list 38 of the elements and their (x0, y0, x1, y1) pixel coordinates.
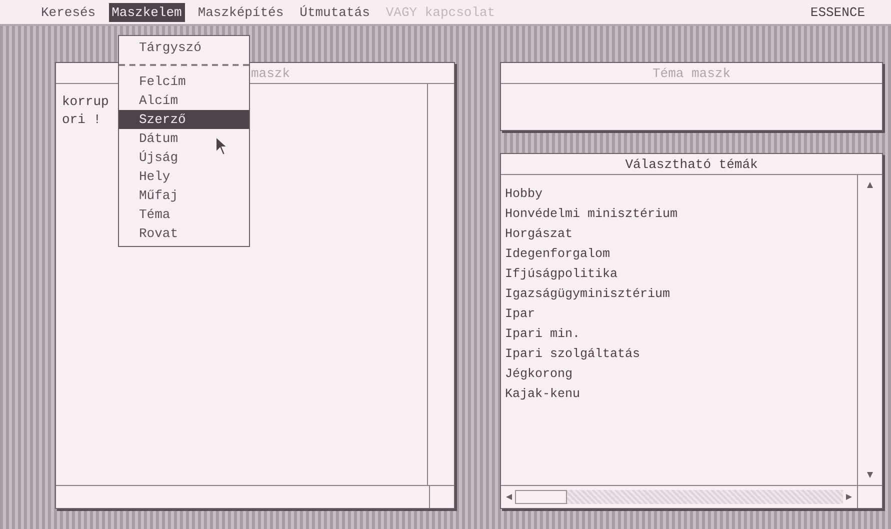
topic-item[interactable]: Ipari min. (505, 327, 853, 341)
menu-option[interactable]: Alcím (119, 91, 249, 110)
scroll-right-arrow-icon[interactable] (845, 493, 853, 501)
menu-option[interactable]: Újság (119, 148, 249, 167)
topic-item[interactable]: Ifjúságpolitika (505, 267, 853, 281)
menu-item[interactable]: Útmutatás (296, 2, 373, 22)
topic-item[interactable]: Igazságügyminisztérium (505, 287, 853, 301)
scrollbar-thumb[interactable] (515, 490, 567, 504)
menu-option[interactable]: Dátum (119, 129, 249, 148)
app-name: ESSENCE (810, 4, 865, 20)
menu-option[interactable]: Felcím (119, 72, 249, 91)
scroll-down-arrow-icon[interactable] (866, 471, 874, 479)
topic-item[interactable]: Horgászat (505, 227, 853, 241)
menu-option[interactable]: Hely (119, 167, 249, 186)
panel-title: Választható témák (625, 156, 758, 172)
mask-text-line: korrup (62, 94, 109, 109)
menu-item[interactable]: Keresés (38, 2, 99, 22)
topic-item[interactable]: Idegenforgalom (505, 247, 853, 261)
panel-title: Téma maszk (652, 66, 730, 80)
menu-item[interactable]: Maszképítés (194, 2, 287, 22)
topic-item[interactable]: Jégkorong (505, 367, 853, 381)
mask-text-line: ori ! (62, 112, 102, 127)
topic-item[interactable]: Honvédelmi minisztérium (505, 207, 853, 221)
topic-item[interactable]: Ipar (505, 307, 853, 321)
topic-item[interactable]: Ipari szolgáltatás (505, 347, 853, 361)
menu-option[interactable]: Műfaj (119, 186, 249, 205)
menu-option[interactable]: Szerző (119, 110, 249, 129)
menu-option[interactable]: Tárgyszó (119, 38, 249, 57)
mouse-cursor-icon (215, 136, 229, 156)
horizontal-scrollbar[interactable] (515, 490, 843, 504)
menu-option[interactable]: Rovat (119, 224, 249, 243)
topic-item[interactable]: Hobby (505, 187, 853, 201)
scroll-up-arrow-icon[interactable] (866, 181, 874, 189)
topic-item[interactable]: Kajak-kenu (505, 387, 853, 401)
scroll-left-arrow-icon[interactable] (505, 493, 513, 501)
menu-option[interactable]: Téma (119, 205, 249, 224)
panel-title: maszk (251, 66, 290, 80)
menu-item[interactable]: Maszkelem (108, 2, 185, 22)
